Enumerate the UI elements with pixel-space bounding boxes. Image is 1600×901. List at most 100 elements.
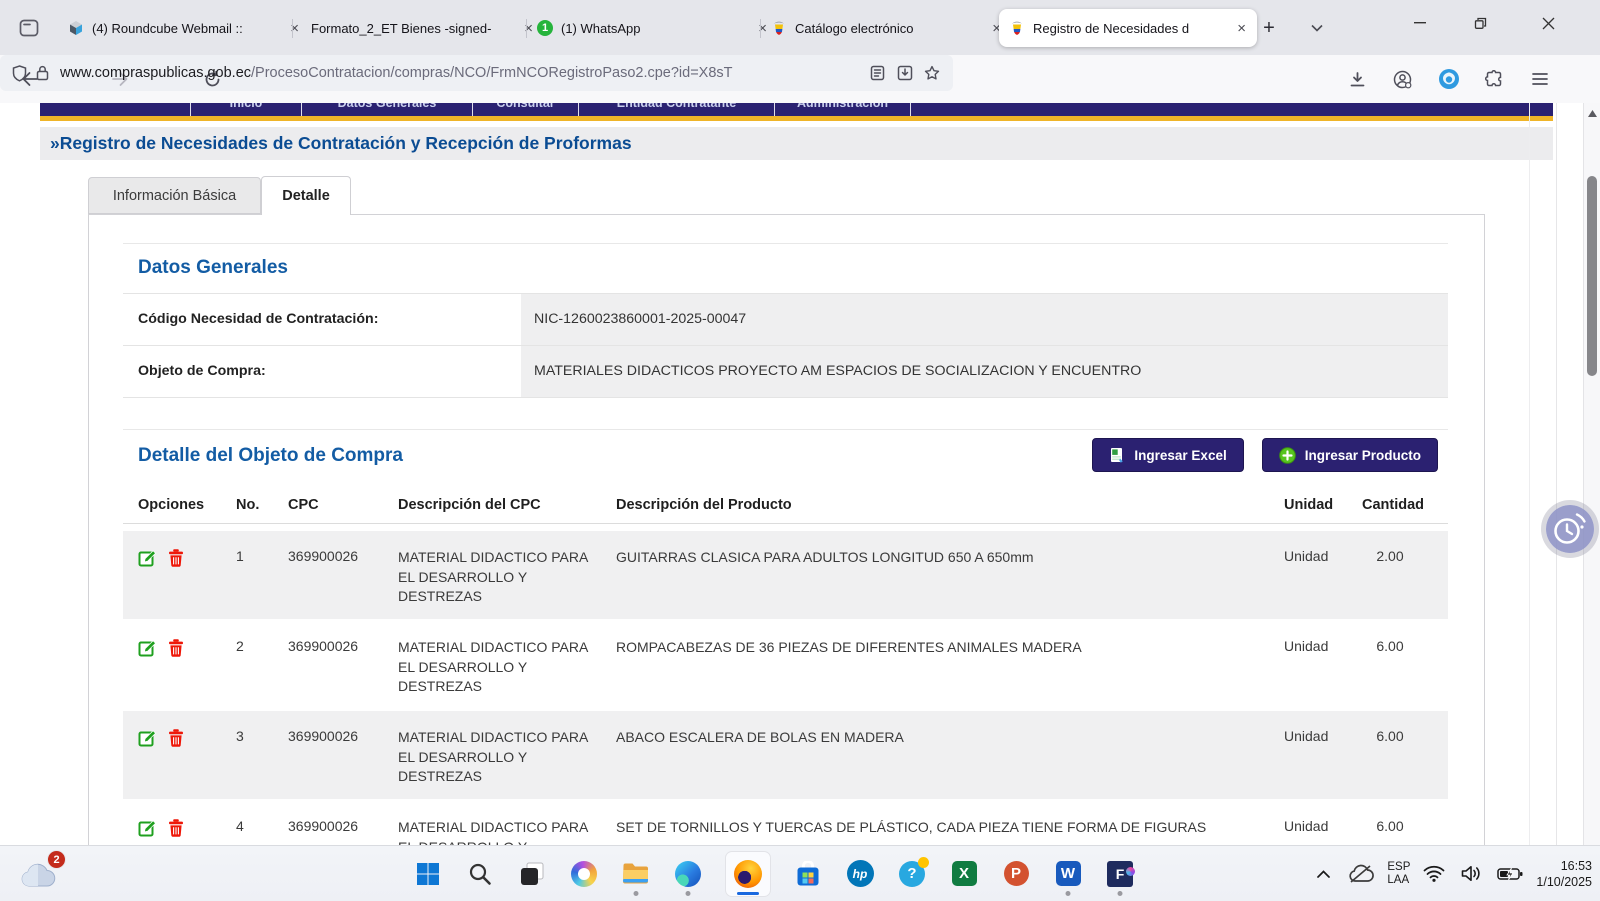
delete-trash-icon[interactable]: [167, 548, 185, 568]
microsoft-store-button[interactable]: [793, 859, 823, 889]
copilot-button[interactable]: [569, 859, 599, 889]
reader-view-icon[interactable]: [863, 65, 891, 81]
layout-divider: [1529, 103, 1530, 845]
delete-trash-icon[interactable]: [167, 818, 185, 838]
start-button[interactable]: [413, 859, 443, 889]
col-cpc-desc: Descripción del CPC: [398, 491, 616, 523]
delete-trash-icon[interactable]: [167, 728, 185, 748]
section-divider: [123, 429, 1448, 430]
products-table-body: 1 369900026 MATERIAL DIDACTICO PARA EL D…: [123, 531, 1448, 845]
list-all-tabs-button[interactable]: [1302, 13, 1332, 43]
powerpoint-button[interactable]: P: [1001, 859, 1031, 889]
language-indicator[interactable]: ESP LAA: [1387, 861, 1410, 887]
tab-title: (4) Roundcube Webmail ::: [92, 21, 283, 36]
search-button[interactable]: [465, 859, 495, 889]
firefox-view-button[interactable]: [12, 14, 46, 42]
new-tab-button[interactable]: +: [1254, 13, 1284, 43]
products-table-header: Opciones No. CPC Descripción del CPC Des…: [123, 491, 1448, 524]
firefox-container-icon[interactable]: [1433, 63, 1465, 95]
url-text: www.compraspublicas.gob.ec/ProcesoContra…: [60, 65, 863, 81]
nav-item-entidad-contratante[interactable]: Entidad Contratante: [579, 103, 775, 116]
dark-light-app-icon[interactable]: [517, 859, 547, 889]
clock-datetime[interactable]: 16:53 1/10/2025: [1536, 858, 1592, 890]
firefox-button-active[interactable]: [725, 851, 771, 897]
edit-icon[interactable]: [138, 818, 158, 838]
cell-unidad: Unidad: [1284, 818, 1362, 845]
row-actions: [138, 638, 236, 709]
browser-toolbar: www.compraspublicas.gob.ec/ProcesoContra…: [0, 55, 1600, 104]
page-title: »Registro de Necesidades de Contratación…: [40, 127, 1553, 160]
window-restore-button[interactable]: [1455, 0, 1505, 46]
clock-date: 1/10/2025: [1536, 874, 1592, 890]
codigo-necesidad-value: NIC-1260023860001-2025-00047: [521, 294, 1448, 345]
url-bar[interactable]: www.compraspublicas.gob.ec/ProcesoContra…: [0, 55, 953, 91]
button-label: Ingresar Producto: [1305, 448, 1421, 463]
cell-no: 3: [236, 728, 288, 799]
cell-producto: GUITARRAS CLASICA PARA ADULTOS LONGITUD …: [616, 548, 1284, 619]
browser-tab-registro-active[interactable]: Registro de Necesidades d ×: [999, 9, 1257, 47]
ingresar-excel-button[interactable]: Ingresar Excel: [1092, 438, 1243, 472]
fes-app-button[interactable]: F: [1105, 859, 1135, 889]
url-path: /ProcesoContratacion/compras/NCO/FrmNCOR…: [251, 65, 733, 81]
tab-informacion-basica[interactable]: Información Básica: [88, 177, 261, 214]
cell-cpc-desc: MATERIAL DIDACTICO PARA EL DESARROLLO Y …: [398, 728, 616, 799]
browser-tab-roundcube[interactable]: (4) Roundcube Webmail :: ×: [58, 9, 310, 47]
nav-item-administracion[interactable]: Administración: [775, 103, 911, 116]
tab-title: Formato_2_ET Bienes -signed-: [311, 21, 517, 36]
file-explorer-button[interactable]: [621, 859, 651, 889]
window-minimize-button[interactable]: [1395, 0, 1445, 46]
layout-divider: [1556, 103, 1557, 845]
onedrive-offline-icon[interactable]: [1346, 864, 1376, 884]
browser-tab-whatsapp[interactable]: 1 (1) WhatsApp ×: [527, 9, 778, 47]
help-app-button[interactable]: ?: [897, 859, 927, 889]
objeto-compra-value: MATERIALES DIDACTICOS PROYECTO AM ESPACI…: [521, 346, 1448, 397]
cell-cpc-desc: MATERIAL DIDACTICO PARA EL DESARROLLO Y …: [398, 548, 616, 619]
cell-no: 2: [236, 638, 288, 709]
cell-cantidad: 6.00: [1362, 818, 1434, 845]
running-indicator: [1066, 891, 1071, 896]
cell-producto: SET DE TORNILLOS Y TUERCAS DE PLÁSTICO, …: [616, 818, 1284, 845]
codigo-necesidad-label: Código Necesidad de Contratación:: [123, 294, 521, 345]
wifi-icon[interactable]: [1421, 865, 1447, 882]
back-button[interactable]: [14, 63, 46, 95]
downloads-icon[interactable]: [1341, 63, 1373, 95]
ingresar-producto-button[interactable]: Ingresar Producto: [1262, 438, 1438, 472]
tray-chevron-up-icon[interactable]: [1311, 870, 1335, 878]
bookmark-star-icon[interactable]: [919, 65, 945, 81]
account-profile-icon[interactable]: [1386, 63, 1418, 95]
edit-icon[interactable]: [138, 638, 158, 658]
objeto-compra-label: Objeto de Compra:: [123, 346, 521, 397]
cell-producto: ROMPACABEZAS DE 36 PIEZAS DE DIFERENTES …: [616, 638, 1284, 709]
nav-item-inicio[interactable]: Inicio: [190, 103, 302, 116]
edit-icon[interactable]: [138, 728, 158, 748]
scrollbar-up-arrow-icon[interactable]: [1588, 110, 1597, 117]
widgets-weather-button[interactable]: 2: [20, 854, 64, 894]
extensions-puzzle-icon[interactable]: [1478, 63, 1510, 95]
edit-icon[interactable]: [138, 548, 158, 568]
fes-swirl: [1126, 867, 1135, 876]
menu-hamburger-icon[interactable]: [1524, 63, 1556, 95]
system-tray: ESP LAA 16:53 1/10/2025: [1311, 846, 1592, 901]
battery-charging-icon[interactable]: [1495, 867, 1525, 881]
edge-button[interactable]: [673, 859, 703, 889]
excel-button[interactable]: X: [949, 859, 979, 889]
table-row: 4 369900026 MATERIAL DIDACTICO PARA EL D…: [123, 801, 1448, 845]
detail-panel: Datos Generales Código Necesidad de Cont…: [88, 214, 1485, 845]
browser-tab-formato[interactable]: Formato_2_ET Bienes -signed- ×: [293, 9, 544, 47]
clock-widget-overlay[interactable]: [1546, 505, 1594, 553]
tab-close-icon[interactable]: ×: [1234, 20, 1249, 37]
tab-detalle-active[interactable]: Detalle: [261, 176, 351, 215]
volume-icon[interactable]: [1458, 865, 1484, 882]
word-button[interactable]: W: [1053, 859, 1083, 889]
hp-app-button[interactable]: hp: [845, 859, 875, 889]
excel-file-icon: [1109, 447, 1125, 464]
ecuador-crest-favicon-icon: [1009, 20, 1025, 36]
window-close-button[interactable]: [1518, 0, 1578, 46]
save-page-icon[interactable]: [891, 65, 919, 81]
nav-item-consultar[interactable]: Consultar: [473, 103, 579, 116]
nav-item-datos-generales[interactable]: Datos Generales: [302, 103, 473, 116]
lang-line2: LAA: [1387, 874, 1410, 887]
browser-tab-catalogo[interactable]: Catálogo electrónico ×: [761, 9, 1012, 47]
scrollbar-thumb[interactable]: [1587, 176, 1597, 376]
delete-trash-icon[interactable]: [167, 638, 185, 658]
